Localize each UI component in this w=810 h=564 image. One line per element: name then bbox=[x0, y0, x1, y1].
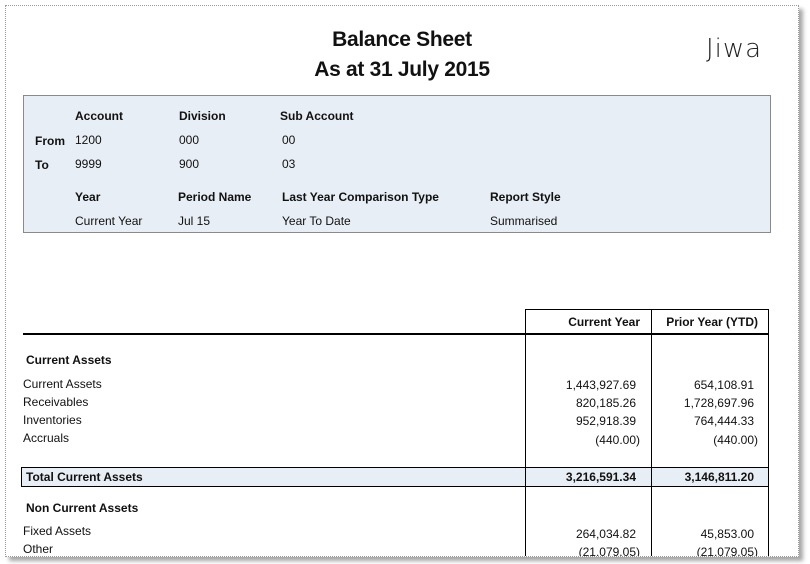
table-row-current: (440.00) bbox=[595, 433, 640, 447]
comparison-header: Last Year Comparison Type bbox=[282, 190, 439, 204]
to-sub-account: 03 bbox=[282, 157, 296, 171]
report-subtitle: As at 31 July 2015 bbox=[314, 58, 490, 81]
report-title: Balance Sheet bbox=[332, 28, 472, 51]
table-row-label: Receivables bbox=[23, 395, 89, 409]
to-division: 900 bbox=[179, 157, 200, 171]
total-current-assets-current: 3,216,591.34 bbox=[565, 470, 636, 484]
table-row-current: 952,918.39 bbox=[575, 414, 636, 428]
from-account: 1200 bbox=[75, 133, 102, 147]
from-label: From bbox=[35, 134, 65, 148]
table-row-prior: (21,079.05) bbox=[696, 545, 758, 557]
prior-year-column-header: Prior Year (YTD) bbox=[666, 315, 758, 329]
parameters-panel: Account Division Sub Account From 1200 0… bbox=[23, 95, 771, 233]
period-header: Period Name bbox=[178, 190, 252, 204]
current-year-column-header: Current Year bbox=[568, 315, 640, 329]
sub-account-header: Sub Account bbox=[280, 109, 354, 123]
report-style-value: Summarised bbox=[490, 214, 558, 228]
table-row-prior: 45,853.00 bbox=[700, 527, 754, 541]
from-division: 000 bbox=[179, 133, 200, 147]
column-header-top-border bbox=[525, 309, 769, 310]
table-row-label: Fixed Assets bbox=[23, 524, 92, 538]
comparison-value: Year To Date bbox=[282, 214, 351, 228]
report-page: Balance Sheet As at 31 July 2015 Jiwa Ac… bbox=[5, 5, 799, 557]
from-sub-account: 00 bbox=[282, 133, 296, 147]
table-row-prior: 1,728,697.96 bbox=[683, 396, 754, 410]
year-header: Year bbox=[75, 190, 101, 204]
year-value: Current Year bbox=[75, 214, 143, 228]
report-style-header: Report Style bbox=[490, 190, 561, 204]
table-row-current: 820,185.26 bbox=[575, 396, 636, 410]
table-row-current: 1,443,927.69 bbox=[565, 378, 636, 392]
table-row-prior: (440.00) bbox=[713, 433, 758, 447]
table-row-label: Accruals bbox=[23, 431, 70, 445]
to-account: 9999 bbox=[75, 157, 102, 171]
total-current-assets-prior: 3,146,811.20 bbox=[684, 470, 754, 484]
to-label: To bbox=[35, 158, 49, 172]
table-row-label: Current Assets bbox=[23, 377, 102, 391]
division-header: Division bbox=[179, 109, 226, 123]
table-row-label: Other bbox=[23, 542, 54, 556]
table-row-current: 264,034.82 bbox=[575, 527, 636, 541]
table-row-prior: 764,444.33 bbox=[693, 414, 754, 428]
jiwa-logo: Jiwa bbox=[706, 34, 763, 64]
period-value: Jul 15 bbox=[178, 214, 211, 228]
right-column-border bbox=[768, 309, 769, 556]
table-row-prior: 654,108.91 bbox=[693, 378, 754, 392]
current-assets-heading: Current Assets bbox=[26, 353, 112, 367]
column-header-bottom-rule bbox=[23, 333, 769, 335]
table-row-current: (21,079.05) bbox=[578, 545, 640, 557]
account-header: Account bbox=[75, 109, 123, 123]
table-row-label: Inventories bbox=[23, 413, 82, 427]
total-current-assets-label: Total Current Assets bbox=[26, 470, 143, 484]
non-current-assets-heading: Non Current Assets bbox=[26, 501, 139, 515]
